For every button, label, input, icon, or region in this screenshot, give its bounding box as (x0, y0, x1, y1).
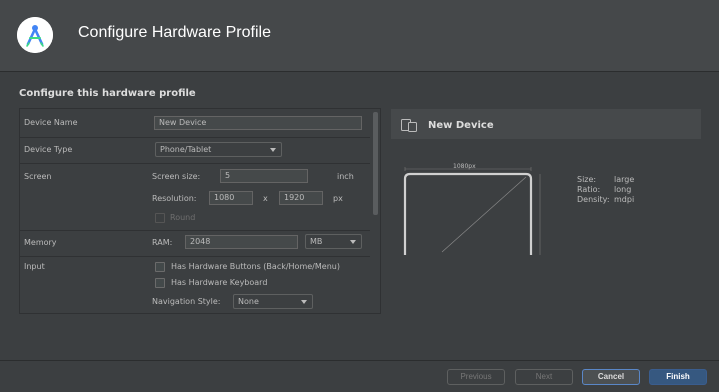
next-button[interactable]: Next (515, 369, 573, 385)
ram-unit-value: MB (310, 237, 323, 246)
navigation-style-dropdown[interactable]: None (233, 294, 313, 309)
dialog-title: Configure Hardware Profile (78, 24, 271, 41)
resolution-unit: px (333, 194, 343, 203)
spec-ratio-key: Ratio: (577, 185, 601, 194)
memory-label: Memory (24, 238, 57, 247)
navigation-style-value: None (238, 297, 259, 306)
device-type-dropdown[interactable]: Phone/Tablet (155, 142, 282, 157)
cancel-button[interactable]: Cancel (582, 369, 640, 385)
row-divider (20, 163, 370, 164)
header-divider (0, 71, 719, 72)
device-name-input[interactable]: New Device (154, 116, 362, 130)
navigation-style-label: Navigation Style: (152, 297, 221, 306)
spec-density-key: Density: (577, 195, 610, 204)
row-divider (20, 256, 370, 257)
hardware-keyboard-label: Has Hardware Keyboard (171, 278, 268, 287)
spec-density-value: mdpi (614, 195, 635, 204)
spec-ratio-value: long (614, 185, 632, 194)
device-type-label: Device Type (24, 145, 73, 154)
previous-button[interactable]: Previous (447, 369, 505, 385)
hardware-buttons-checkbox[interactable] (155, 262, 165, 272)
spec-size-key: Size: (577, 175, 597, 184)
screen-size-input[interactable]: 5 (220, 169, 308, 183)
row-divider (20, 230, 370, 231)
resolution-separator: x (263, 194, 268, 203)
screen-label: Screen (24, 172, 52, 181)
screen-size-unit: inch (337, 172, 354, 181)
hardware-buttons-label: Has Hardware Buttons (Back/Home/Menu) (171, 262, 340, 271)
resolution-height-input[interactable]: 1920 (279, 191, 323, 205)
resolution-label: Resolution: (152, 194, 197, 203)
hardware-keyboard-checkbox[interactable] (155, 278, 165, 288)
spec-size-value: large (614, 175, 635, 184)
ram-unit-dropdown[interactable]: MB (305, 234, 362, 249)
form-scrollbar-thumb[interactable] (373, 112, 378, 215)
input-label: Input (24, 262, 45, 271)
device-name-label: Device Name (24, 118, 78, 127)
chevron-down-icon (270, 148, 276, 152)
section-title: Configure this hardware profile (19, 88, 196, 99)
ram-label: RAM: (152, 238, 173, 247)
device-type-value: Phone/Tablet (160, 145, 212, 154)
resolution-width-input[interactable]: 1080 (209, 191, 253, 205)
chevron-down-icon (301, 300, 307, 304)
android-studio-logo-icon (17, 17, 53, 53)
preview-title: New Device (428, 120, 494, 131)
ram-input[interactable]: 2048 (185, 235, 298, 249)
round-checkbox[interactable] (155, 213, 165, 223)
round-label: Round (170, 213, 196, 222)
devices-icon (401, 119, 417, 132)
row-divider (20, 137, 370, 138)
device-preview-diagram (403, 167, 541, 255)
finish-button[interactable]: Finish (649, 369, 707, 385)
footer-divider (0, 360, 719, 361)
chevron-down-icon (350, 240, 356, 244)
screen-size-label: Screen size: (152, 172, 201, 181)
